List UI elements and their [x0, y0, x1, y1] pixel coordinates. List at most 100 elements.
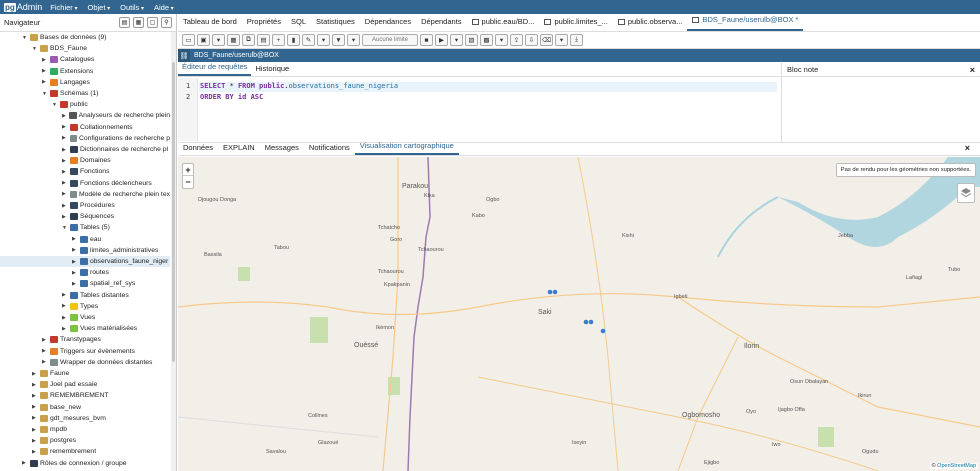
- tree-node[interactable]: ▶ Collationnements: [0, 122, 170, 133]
- chevron-right-icon[interactable]: ▶: [32, 438, 38, 444]
- tab-data-output[interactable]: Données: [178, 143, 218, 155]
- tree-node[interactable]: ▶ Transtypages: [0, 334, 170, 345]
- link-icon[interactable]: ⛓: [178, 49, 190, 62]
- chevron-right-icon[interactable]: ▶: [62, 191, 68, 197]
- chevron-right-icon[interactable]: ▶: [62, 113, 67, 119]
- tree-node[interactable]: ▶ Vues matérialisées: [0, 323, 170, 334]
- chevron-right-icon[interactable]: ▶: [62, 203, 68, 209]
- main-tab[interactable]: Dépendances: [360, 17, 416, 31]
- stop-icon[interactable]: ■: [420, 34, 433, 46]
- tree-node[interactable]: ▶ Analyseurs de recherche plein: [0, 110, 170, 121]
- main-tab[interactable]: BDS_Faune/userulb@BOX *: [687, 15, 804, 31]
- zoom-in-button[interactable]: +: [183, 164, 193, 176]
- menu-objet[interactable]: Objet: [88, 3, 111, 12]
- chevron-right-icon[interactable]: ▶: [42, 359, 48, 365]
- tree-node[interactable]: ▶ remembrement: [0, 446, 170, 457]
- chevron-right-icon[interactable]: ▶: [62, 124, 68, 130]
- chevron-right-icon[interactable]: ▶: [42, 348, 48, 354]
- delete-icon[interactable]: ▮: [287, 34, 300, 46]
- tree-node[interactable]: ▶ Configurations de recherche p: [0, 133, 170, 144]
- layers-icon[interactable]: [957, 183, 975, 203]
- navigator-scrollbar[interactable]: [171, 32, 176, 471]
- chevron-right-icon[interactable]: ▶: [32, 404, 38, 410]
- tree-node[interactable]: ▶ Séquences: [0, 211, 170, 222]
- chevron-right-icon[interactable]: ▶: [62, 180, 68, 186]
- chevron-right-icon[interactable]: ▶: [42, 68, 48, 74]
- save-icon[interactable]: ▣: [197, 34, 210, 46]
- chevron-right-icon[interactable]: ▶: [72, 281, 78, 287]
- chevron-right-icon[interactable]: ▶: [62, 135, 68, 141]
- row-limit-select[interactable]: Aucune limite: [362, 34, 418, 46]
- chevron-right-icon[interactable]: ▶: [32, 427, 38, 433]
- chevron-right-icon[interactable]: ▶: [62, 292, 68, 298]
- execute-icon[interactable]: ▶: [435, 34, 448, 46]
- tree-node[interactable]: ▶ mpdb: [0, 424, 170, 435]
- chevron-right-icon[interactable]: ▶: [32, 415, 38, 421]
- chevron-down-icon[interactable]: ▼: [22, 35, 28, 41]
- chevron-down-icon[interactable]: ▾: [212, 34, 225, 46]
- tree-node[interactable]: ▼ Tables (5): [0, 222, 170, 233]
- edit-icon[interactable]: ✎: [302, 34, 315, 46]
- geometry-map[interactable]: Parakou Kika Tchaourou Kabo Djougou Ogbo Tchat…: [178, 157, 980, 471]
- chevron-right-icon[interactable]: ▶: [72, 270, 78, 276]
- chevron-right-icon[interactable]: ▶: [62, 303, 68, 309]
- tree-node[interactable]: ▼ Bases de données (9): [0, 32, 170, 43]
- tab-explain[interactable]: EXPLAIN: [218, 143, 260, 155]
- chevron-down-icon[interactable]: ▾: [495, 34, 508, 46]
- add-row-icon[interactable]: +: [272, 34, 285, 46]
- tree-node[interactable]: ▶ observations_faune_niger: [0, 256, 170, 267]
- main-tab[interactable]: Propriétés: [242, 17, 286, 31]
- search-icon[interactable]: ⚲: [161, 17, 172, 28]
- tree-node[interactable]: ▶ base_new: [0, 402, 170, 413]
- tree-node[interactable]: ▶ Modèle de recherche plein tex: [0, 189, 170, 200]
- zoom-out-button[interactable]: −: [183, 176, 193, 188]
- chevron-right-icon[interactable]: ▶: [32, 382, 38, 388]
- paste-icon[interactable]: ▤: [257, 34, 270, 46]
- connection-label[interactable]: BDS_Faune/userulb@BOX: [194, 52, 279, 59]
- menu-fichier[interactable]: Fichier: [50, 3, 77, 12]
- grid-icon[interactable]: ▦: [133, 17, 144, 28]
- rollback-icon[interactable]: ⇩: [525, 34, 538, 46]
- tab-messages[interactable]: Messages: [260, 143, 304, 155]
- close-icon[interactable]: ×: [960, 143, 975, 155]
- chevron-down-icon[interactable]: ▼: [62, 225, 68, 231]
- tree-node[interactable]: ▶ Wrapper de données distantes: [0, 357, 170, 368]
- view-icon[interactable]: ▢: [147, 17, 158, 28]
- chevron-right-icon[interactable]: ▶: [32, 371, 38, 377]
- tree-node[interactable]: ▶ Domaines: [0, 155, 170, 166]
- tree-node[interactable]: ▶ Catalogues: [0, 54, 170, 65]
- tree-node[interactable]: ▶ spatial_ref_sys: [0, 278, 170, 289]
- chevron-right-icon[interactable]: ▶: [42, 57, 48, 63]
- explain-analyze-icon[interactable]: ▩: [480, 34, 493, 46]
- tab-query-editor[interactable]: Éditeur de requêtes: [178, 62, 252, 76]
- chevron-down-icon[interactable]: ▾: [317, 34, 330, 46]
- tree-node[interactable]: ▶ Procédures: [0, 200, 170, 211]
- osm-link[interactable]: OpenStreetMap: [937, 463, 976, 469]
- tab-notifications[interactable]: Notifications: [304, 143, 355, 155]
- database-icon[interactable]: ▤: [119, 17, 130, 28]
- chevron-right-icon[interactable]: ▶: [42, 337, 48, 343]
- explain-icon[interactable]: ▨: [465, 34, 478, 46]
- tree-node[interactable]: ▶ Fonctions déclencheurs: [0, 178, 170, 189]
- chevron-right-icon[interactable]: ▶: [72, 236, 78, 242]
- open-folder-icon[interactable]: ▭: [182, 34, 195, 46]
- tree-node[interactable]: ▶ Extensions: [0, 66, 170, 77]
- main-tab[interactable]: Statistiques: [311, 17, 360, 31]
- chevron-right-icon[interactable]: ▶: [62, 315, 68, 321]
- main-tab[interactable]: Tableau de bord: [178, 17, 242, 31]
- chevron-right-icon[interactable]: ▶: [62, 214, 68, 220]
- tree-node[interactable]: ▼ BDS_Faune: [0, 43, 170, 54]
- tree-node[interactable]: ▶ postgres: [0, 435, 170, 446]
- chevron-right-icon[interactable]: ▶: [72, 247, 78, 253]
- tab-geometry-viewer[interactable]: Visualisation cartographique: [354, 141, 459, 155]
- sql-editor[interactable]: 1 2 SELECT * FROM public.observations_fa…: [178, 78, 781, 141]
- close-icon[interactable]: ×: [970, 65, 975, 75]
- tree-node[interactable]: ▶ routes: [0, 267, 170, 278]
- tree-node[interactable]: ▶ Triggers sur évènements: [0, 346, 170, 357]
- tab-history[interactable]: Historique: [251, 64, 293, 76]
- main-tab[interactable]: public.limites_...: [539, 17, 612, 31]
- tree-node[interactable]: ▶ limites_administratives: [0, 245, 170, 256]
- commit-icon[interactable]: ⇪: [510, 34, 523, 46]
- chevron-down-icon[interactable]: ▾: [555, 34, 568, 46]
- tree-node[interactable]: ▶ Fonctions: [0, 166, 170, 177]
